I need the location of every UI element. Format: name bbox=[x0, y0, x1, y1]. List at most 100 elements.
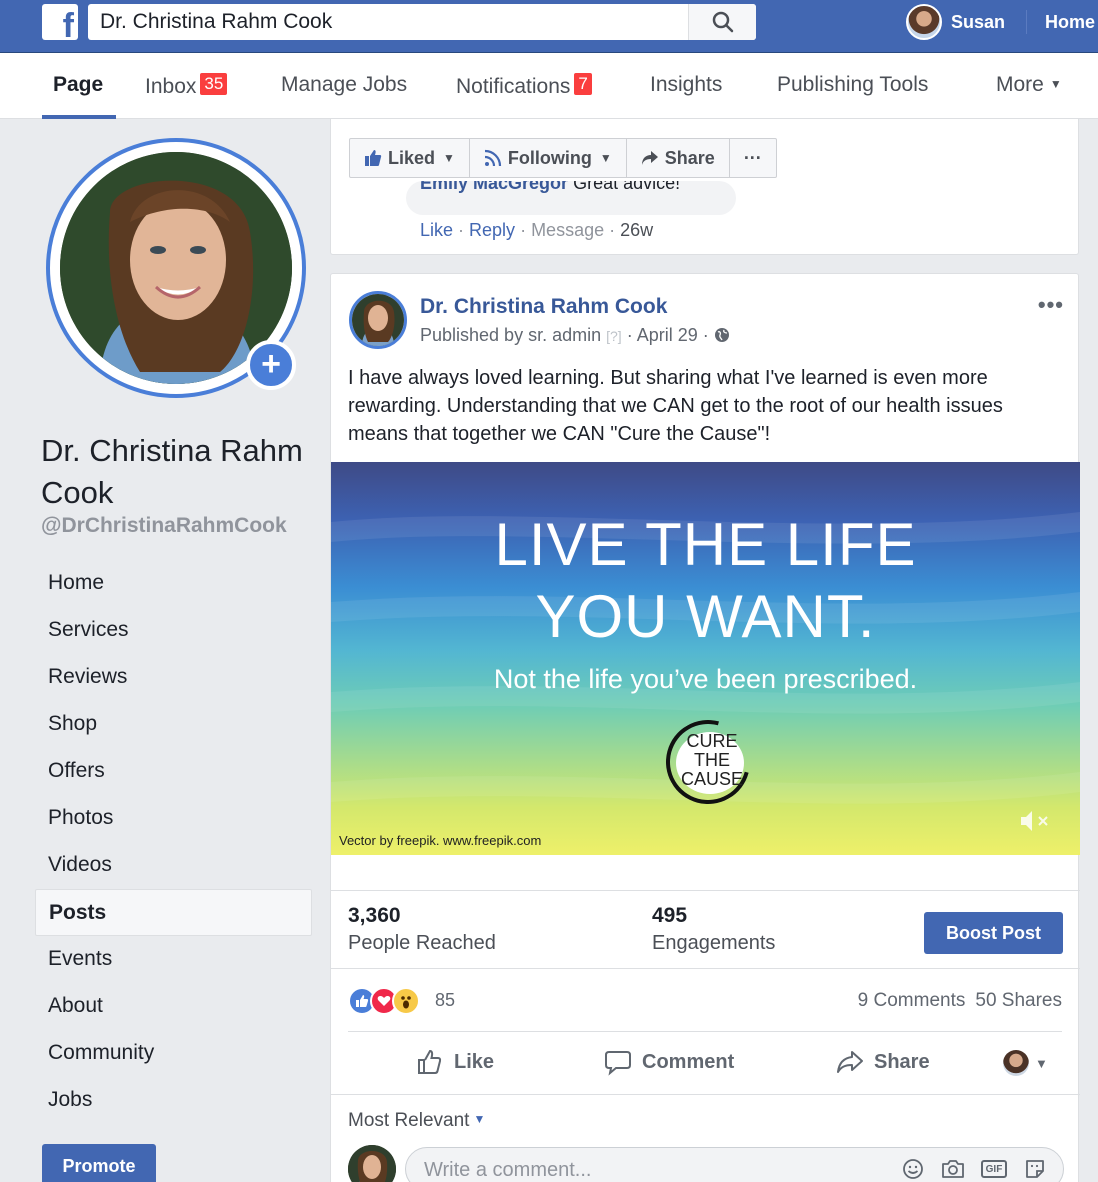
tab-publishing-tools[interactable]: Publishing Tools bbox=[777, 73, 928, 97]
search-input[interactable]: Dr. Christina Rahm Cook bbox=[100, 10, 332, 34]
sticker-icon[interactable] bbox=[1023, 1157, 1047, 1181]
more-options-button[interactable]: ··· bbox=[730, 139, 776, 177]
comment-button[interactable]: Comment bbox=[604, 1048, 734, 1076]
sidebar-item-shop[interactable]: Shop bbox=[35, 701, 312, 748]
gif-icon[interactable]: GIF bbox=[981, 1160, 1007, 1178]
sidebar-item-posts[interactable]: Posts bbox=[35, 889, 312, 936]
chevron-down-icon: ▼ bbox=[1049, 77, 1062, 91]
search-bar[interactable]: Dr. Christina Rahm Cook bbox=[88, 4, 756, 40]
tab-label: More bbox=[996, 73, 1044, 96]
reactions-count: 85 bbox=[435, 990, 456, 1010]
comment-sort-dropdown[interactable]: Most Relevant ▼ bbox=[348, 1110, 485, 1132]
post-options-button[interactable]: ••• bbox=[1038, 292, 1064, 318]
search-button[interactable] bbox=[688, 4, 756, 40]
comment-reply-link[interactable]: Reply bbox=[469, 220, 515, 240]
wow-reaction-icon bbox=[392, 987, 420, 1015]
following-button[interactable]: Following ▼ bbox=[470, 139, 627, 177]
sidebar-item-services[interactable]: Services bbox=[35, 607, 312, 654]
notifications-count-badge: 7 bbox=[574, 73, 592, 95]
comment-message-link[interactable]: Message bbox=[531, 220, 604, 240]
comment-timestamp[interactable]: 26w bbox=[620, 220, 653, 240]
sidebar-item-offers[interactable]: Offers bbox=[35, 748, 312, 795]
globe-icon bbox=[714, 328, 729, 342]
emoji-icon[interactable] bbox=[901, 1157, 925, 1181]
engagements-label: Engagements bbox=[652, 932, 776, 954]
engagements-count[interactable]: 495 bbox=[652, 904, 687, 928]
comment-author[interactable]: Emily MacGregor bbox=[420, 181, 568, 193]
inbox-count-badge: 35 bbox=[200, 73, 228, 95]
comment-bubble: Emily MacGregor Great advice! bbox=[406, 181, 736, 215]
like-button[interactable]: Like bbox=[416, 1048, 494, 1076]
share-label: Share bbox=[664, 147, 715, 168]
tab-notifications[interactable]: Notifications 7 bbox=[456, 73, 592, 99]
divider bbox=[331, 890, 1080, 891]
liked-button[interactable]: Liked ▼ bbox=[350, 139, 470, 177]
sidebar-item-videos[interactable]: Videos bbox=[35, 842, 312, 889]
page-username[interactable]: @DrChristinaRahmCook bbox=[41, 514, 287, 538]
share-page-button[interactable]: Share bbox=[627, 139, 730, 177]
logo-line: THE bbox=[694, 750, 730, 770]
sort-label: Most Relevant bbox=[348, 1110, 470, 1131]
camera-icon[interactable] bbox=[941, 1157, 965, 1181]
more-icon: ··· bbox=[743, 147, 762, 168]
following-label: Following bbox=[507, 147, 592, 168]
sidebar-item-about[interactable]: About bbox=[35, 983, 312, 1030]
caret-down-icon: ▼ bbox=[473, 1112, 486, 1126]
post-author-avatar[interactable] bbox=[349, 291, 407, 349]
facebook-logo-icon[interactable]: f bbox=[42, 4, 78, 40]
tab-label: Insights bbox=[650, 73, 723, 96]
page-nav: Page Inbox 35 Manage Jobs Notifications 7 … bbox=[0, 53, 1098, 119]
comment-box[interactable]: GIF bbox=[405, 1147, 1064, 1182]
home-link[interactable]: Home bbox=[1045, 12, 1095, 33]
post-author-name[interactable]: Dr. Christina Rahm Cook bbox=[420, 295, 667, 319]
image-credit: Vector by freepik. www.freepik.com bbox=[339, 833, 542, 848]
add-button[interactable]: + bbox=[246, 340, 296, 390]
share-button[interactable]: Share bbox=[836, 1048, 930, 1076]
post-meta: Published by sr. admin [?] · April 29 · bbox=[420, 325, 730, 346]
tab-label: Publishing Tools bbox=[777, 73, 929, 96]
logo-line: CAUSE bbox=[680, 769, 743, 789]
top-bar: f Dr. Christina Rahm Cook Susan Home bbox=[0, 0, 1098, 53]
comments-count-link[interactable]: 9 Comments bbox=[858, 990, 966, 1011]
divider bbox=[331, 968, 1080, 969]
image-headline-line1: LIVE THE LIFE bbox=[494, 511, 917, 578]
sidebar-item-home[interactable]: Home bbox=[35, 560, 312, 607]
post-video[interactable]: LIVE THE LIFE YOU WANT. Not the life you… bbox=[331, 462, 1080, 855]
tab-page[interactable]: Page bbox=[53, 73, 103, 97]
post-card: Dr. Christina Rahm Cook Published by sr.… bbox=[330, 273, 1080, 1182]
people-reached-label: People Reached bbox=[348, 932, 496, 954]
like-label: Like bbox=[454, 1050, 495, 1073]
liked-label: Liked bbox=[388, 147, 436, 168]
help-link[interactable]: [?] bbox=[606, 328, 622, 344]
tab-manage-jobs[interactable]: Manage Jobs bbox=[281, 73, 407, 97]
sidebar-item-events[interactable]: Events bbox=[35, 936, 312, 983]
mute-icon[interactable] bbox=[1019, 808, 1053, 834]
search-icon bbox=[712, 11, 734, 33]
thumbs-up-outline-icon bbox=[418, 1049, 442, 1074]
comment-input[interactable] bbox=[424, 1156, 864, 1182]
sidebar-item-jobs[interactable]: Jobs bbox=[35, 1077, 312, 1124]
tab-insights[interactable]: Insights bbox=[650, 73, 722, 97]
people-reached-count[interactable]: 3,360 bbox=[348, 904, 401, 928]
comment-text: Emily MacGregor Great advice! bbox=[420, 181, 680, 194]
promote-button[interactable]: Promote bbox=[42, 1144, 156, 1182]
sidebar-item-photos[interactable]: Photos bbox=[35, 795, 312, 842]
boost-post-button[interactable]: Boost Post bbox=[924, 912, 1063, 954]
published-by: Published by sr. admin bbox=[420, 325, 602, 345]
post-as-selector[interactable]: ▼ bbox=[1003, 1050, 1048, 1076]
post-date[interactable]: April 29 bbox=[637, 325, 698, 345]
post-action-row: Like Comment Share ▼ bbox=[348, 1044, 1062, 1084]
comment-like-link[interactable]: Like bbox=[420, 220, 453, 240]
tab-more[interactable]: More ▼ bbox=[996, 73, 1062, 97]
share-arrow-outline-icon bbox=[837, 1051, 863, 1073]
rss-icon bbox=[484, 149, 502, 167]
caret-down-icon: ▼ bbox=[599, 151, 612, 165]
image-headline-line2: YOU WANT. bbox=[535, 583, 876, 650]
engagement-counts: 9 Comments 50 Shares bbox=[858, 990, 1062, 1012]
shares-count-link[interactable]: 50 Shares bbox=[975, 990, 1062, 1011]
tab-inbox[interactable]: Inbox 35 bbox=[145, 73, 228, 99]
comment-tools: GIF bbox=[901, 1157, 1047, 1181]
sidebar-item-reviews[interactable]: Reviews bbox=[35, 654, 312, 701]
page-action-bar: Liked ▼ Following ▼ Share ··· bbox=[349, 138, 777, 178]
sidebar-item-community[interactable]: Community bbox=[35, 1030, 312, 1077]
